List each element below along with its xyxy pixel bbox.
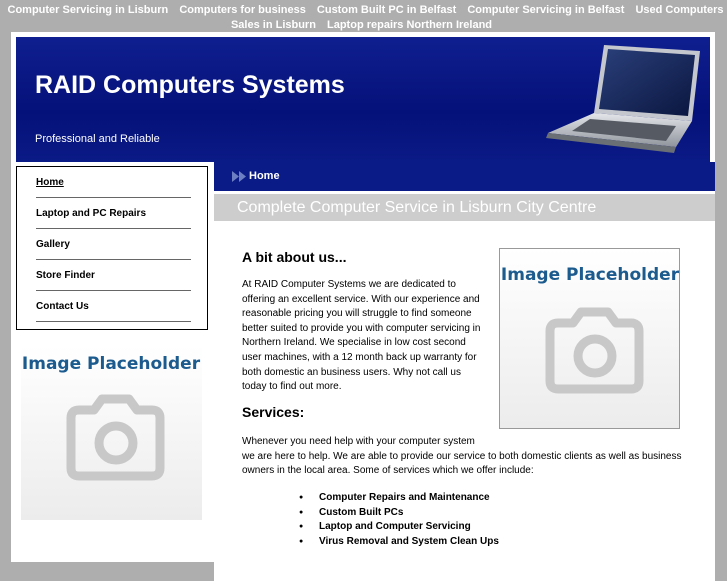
services-text-line2: we are here to help. We are able to prov… bbox=[242, 450, 682, 477]
top-link[interactable]: Computers for business bbox=[179, 4, 306, 16]
list-item: Computer Repairs and Maintenance bbox=[299, 491, 499, 506]
sidebar-item-contact-us: Contact Us bbox=[36, 291, 191, 322]
top-link[interactable]: Computer Servicing in Lisburn bbox=[8, 4, 169, 16]
sidebar-item-gallery: Gallery bbox=[36, 229, 191, 260]
services-text-line1: Whenever you need help with your compute… bbox=[242, 436, 475, 447]
sidebar-item-home: Home bbox=[36, 167, 191, 198]
page-container: RAID Computers Systems Professional and … bbox=[11, 32, 715, 581]
page-subheading: Complete Computer Service in Lisburn Cit… bbox=[214, 194, 715, 221]
about-text: At RAID Computer Systems we are dedicate… bbox=[242, 279, 481, 393]
sidebar-link-store-finder[interactable]: Store Finder bbox=[36, 260, 191, 281]
sidebar-link-gallery[interactable]: Gallery bbox=[36, 229, 191, 250]
camera-icon bbox=[66, 394, 165, 481]
top-link[interactable]: Custom Built PC in Belfast bbox=[317, 4, 456, 16]
sidebar-link-laptop-pc-repairs[interactable]: Laptop and PC Repairs bbox=[36, 198, 191, 219]
services-text: Whenever you need help with your compute… bbox=[242, 435, 712, 479]
sidebar-link-contact-us[interactable]: Contact Us bbox=[36, 291, 191, 312]
placeholder-label: Image Placeholder bbox=[22, 354, 201, 374]
content-image-placeholder: Image Placeholder bbox=[499, 248, 680, 429]
main-content: A bit about us... At RAID Computer Syste… bbox=[214, 221, 715, 581]
site-title: RAID Computers Systems bbox=[35, 71, 345, 99]
laptop-image bbox=[546, 45, 700, 153]
sidebar-item-laptop-pc-repairs: Laptop and PC Repairs bbox=[36, 198, 191, 229]
list-item: Laptop and Computer Servicing bbox=[299, 520, 499, 535]
top-link[interactable]: Laptop repairs Northern Ireland bbox=[327, 19, 492, 31]
list-item: Virus Removal and System Clean Ups bbox=[299, 535, 499, 550]
breadcrumb: Home bbox=[214, 162, 715, 191]
sidebar-nav: Home Laptop and PC Repairs Gallery Store… bbox=[16, 166, 208, 330]
site-header: RAID Computers Systems Professional and … bbox=[16, 37, 710, 162]
services-heading: Services: bbox=[242, 404, 305, 420]
sidebar-image-placeholder: Image Placeholder bbox=[21, 346, 202, 520]
breadcrumb-current[interactable]: Home bbox=[249, 170, 280, 182]
sidebar-link-home[interactable]: Home bbox=[36, 167, 191, 188]
camera-icon bbox=[545, 307, 644, 394]
double-arrow-icon bbox=[232, 171, 246, 182]
services-list: Computer Repairs and Maintenance Custom … bbox=[299, 491, 499, 549]
about-heading: A bit about us... bbox=[242, 249, 347, 265]
top-links: Computer Servicing in Lisburn Computers … bbox=[0, 0, 727, 34]
top-link[interactable]: Computer Servicing in Belfast bbox=[467, 4, 624, 16]
list-item: Custom Built PCs bbox=[299, 506, 499, 521]
placeholder-label: Image Placeholder bbox=[501, 265, 680, 285]
sidebar-item-store-finder: Store Finder bbox=[36, 260, 191, 291]
site-tagline: Professional and Reliable bbox=[35, 133, 160, 145]
